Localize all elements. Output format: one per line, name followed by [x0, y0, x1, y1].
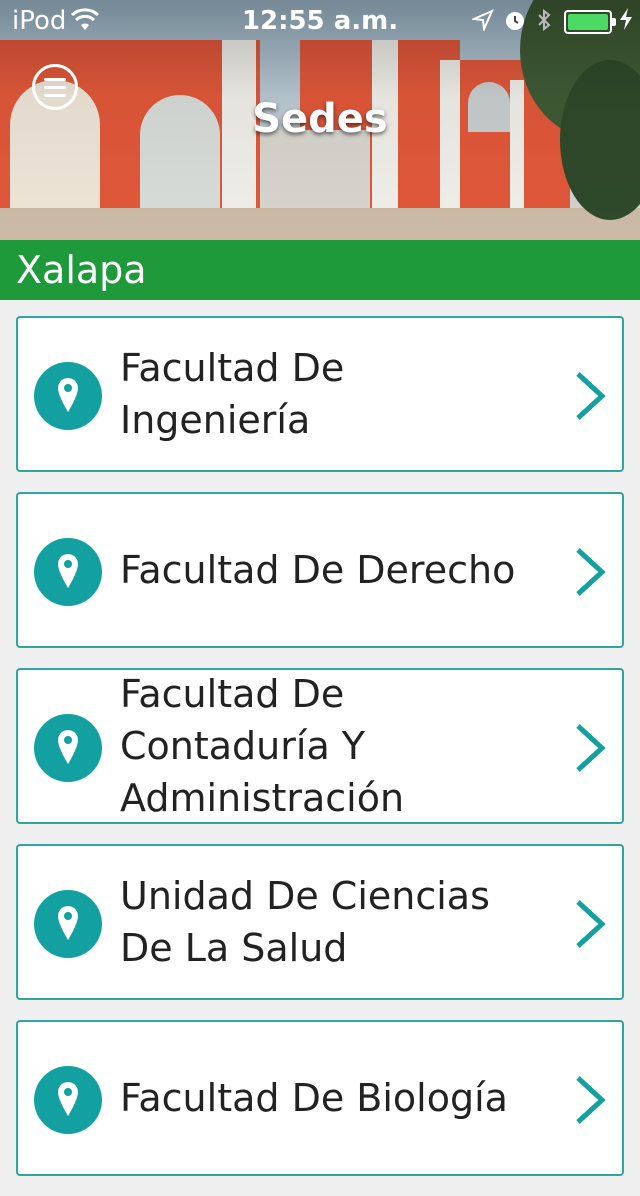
map-pin-icon [34, 714, 102, 782]
map-pin-icon [34, 362, 102, 430]
map-pin-icon [34, 1066, 102, 1134]
chevron-right-icon [574, 1074, 608, 1130]
page-title: Sedes [252, 96, 388, 142]
list-item[interactable]: Unidad De Ciencias De La Salud [16, 844, 624, 1000]
list-item[interactable]: Facultad De Biología [16, 1020, 624, 1176]
section-header: Xalapa [0, 240, 640, 300]
alarm-icon [504, 8, 526, 38]
list-item-label: Unidad De Ciencias De La Salud [120, 874, 490, 970]
map-pin-icon [34, 538, 102, 606]
bluetooth-icon [536, 8, 552, 39]
battery-indicator [564, 10, 616, 34]
locations-list: Facultad De Ingeniería Facultad De Derec… [16, 316, 624, 1196]
chevron-right-icon [574, 722, 608, 778]
list-item-label: Facultad De Biología [120, 1076, 508, 1120]
status-bar: iPod 12:55 a.m. [0, 0, 640, 40]
list-item-label: Facultad De Derecho [120, 548, 516, 592]
location-arrow-icon [470, 8, 494, 38]
list-item-label: Facultad De Contaduría Y Administración [120, 672, 405, 820]
list-item[interactable]: Facultad De Derecho [16, 492, 624, 648]
bolt-icon [618, 7, 634, 37]
chevron-right-icon [574, 898, 608, 954]
chevron-right-icon [574, 546, 608, 602]
chevron-right-icon [574, 370, 608, 426]
list-item[interactable]: Facultad De Ingeniería [16, 316, 624, 472]
battery-fill [568, 14, 608, 30]
list-item-label: Facultad De Ingeniería [120, 346, 345, 442]
list-item[interactable]: Facultad De Contaduría Y Administración [16, 668, 624, 824]
map-pin-icon [34, 890, 102, 958]
